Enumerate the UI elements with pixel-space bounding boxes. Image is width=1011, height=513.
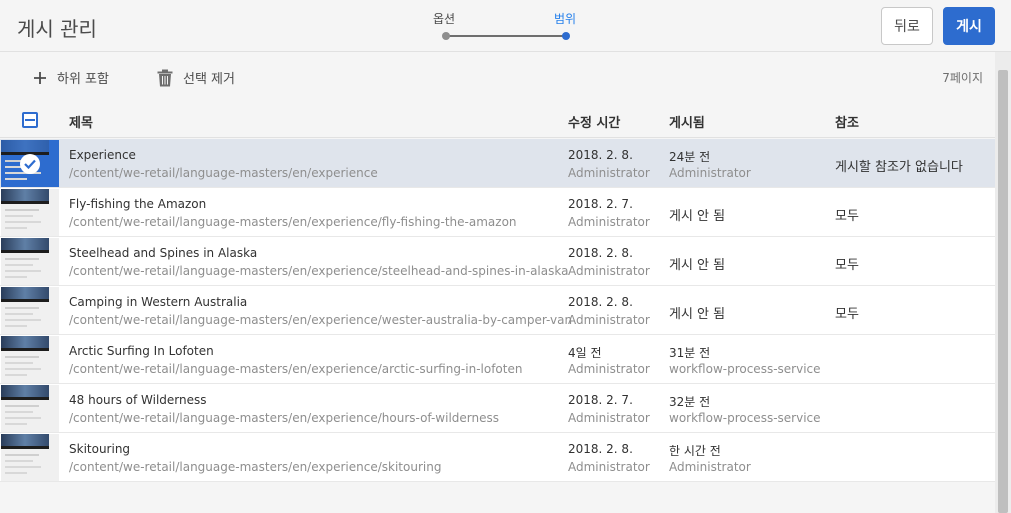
row-modified: 4일 전 bbox=[568, 346, 602, 360]
row-references: 모두 bbox=[835, 258, 859, 273]
row-published: 게시 안 됨 bbox=[669, 209, 726, 224]
row-path: /content/we-retail/language-masters/en/e… bbox=[69, 460, 442, 474]
step-label-scope[interactable]: 범위 bbox=[554, 10, 576, 27]
page-thumbnail bbox=[1, 434, 59, 481]
row-title: Arctic Surfing In Lofoten bbox=[69, 344, 214, 358]
row-title: Experience bbox=[69, 148, 136, 162]
table-row[interactable]: Skitouring /content/we-retail/language-m… bbox=[0, 433, 995, 482]
page-thumbnail bbox=[1, 385, 59, 432]
row-published: 24분 전 bbox=[669, 150, 711, 164]
row-references: 모두 bbox=[835, 307, 859, 322]
table-row[interactable]: Fly-fishing the Amazon /content/we-retai… bbox=[0, 188, 995, 237]
row-modified: 2018. 2. 7. bbox=[568, 197, 633, 211]
vertical-scrollbar[interactable] bbox=[995, 52, 1011, 513]
pages-table: 제목 수정 시간 게시됨 참조 Experience /content/we-r… bbox=[0, 101, 995, 513]
page-count: 7페이지 bbox=[942, 71, 983, 85]
row-published-by: Administrator bbox=[669, 460, 751, 474]
row-path: /content/we-retail/language-masters/en/e… bbox=[69, 411, 500, 425]
page-thumbnail bbox=[1, 189, 59, 236]
table-row[interactable]: Camping in Western Australia /content/we… bbox=[0, 286, 995, 335]
row-modified-by: Administrator bbox=[568, 411, 650, 425]
table-row[interactable]: Steelhead and Spines in Alaska /content/… bbox=[0, 237, 995, 286]
row-path: /content/we-retail/language-masters/en/e… bbox=[69, 166, 378, 180]
page-thumbnail bbox=[1, 336, 59, 383]
step-dot-options[interactable] bbox=[442, 32, 450, 40]
page-thumbnail bbox=[1, 238, 59, 285]
scrollbar-thumb[interactable] bbox=[998, 70, 1008, 513]
publish-button[interactable]: 게시 bbox=[943, 7, 995, 45]
row-published-by: Administrator bbox=[669, 166, 751, 180]
indeterminate-icon bbox=[25, 119, 35, 121]
row-path: /content/we-retail/language-masters/en/e… bbox=[69, 215, 517, 229]
row-references: 게시할 참조가 없습니다 bbox=[835, 160, 963, 175]
row-published: 한 시간 전 bbox=[669, 444, 721, 458]
action-bar: 하위 포함 선택 제거 7페이지 bbox=[0, 52, 995, 101]
step-label-options[interactable]: 옵션 bbox=[433, 10, 455, 27]
add-icon bbox=[34, 71, 46, 84]
page-title: 게시 관리 bbox=[17, 17, 97, 41]
row-modified-by: Administrator bbox=[568, 362, 650, 376]
row-published: 게시 안 됨 bbox=[669, 258, 726, 273]
table-row[interactable]: Experience /content/we-retail/language-m… bbox=[0, 139, 995, 188]
table-header: 제목 수정 시간 게시됨 참조 bbox=[0, 101, 995, 138]
row-published: 32분 전 bbox=[669, 395, 711, 409]
row-modified: 2018. 2. 7. bbox=[568, 393, 633, 407]
page-thumbnail bbox=[1, 287, 59, 334]
row-published: 31분 전 bbox=[669, 346, 711, 360]
column-header-references[interactable]: 참조 bbox=[835, 112, 859, 131]
include-children-label: 하위 포함 bbox=[57, 72, 109, 87]
column-header-modified[interactable]: 수정 시간 bbox=[568, 112, 620, 131]
row-modified: 2018. 2. 8. bbox=[568, 295, 633, 309]
checkmark-icon[interactable] bbox=[20, 154, 40, 174]
row-modified-by: Administrator bbox=[568, 166, 650, 180]
row-modified-by: Administrator bbox=[568, 264, 650, 278]
row-title: Steelhead and Spines in Alaska bbox=[69, 246, 258, 260]
page-thumbnail bbox=[1, 140, 59, 187]
row-path: /content/we-retail/language-masters/en/e… bbox=[69, 313, 573, 327]
row-title: Fly-fishing the Amazon bbox=[69, 197, 207, 211]
wizard-steps: 옵션 범위 bbox=[430, 10, 590, 46]
select-all-checkbox[interactable] bbox=[22, 112, 38, 128]
trash-icon bbox=[157, 69, 173, 86]
column-header-published[interactable]: 게시됨 bbox=[669, 112, 705, 131]
remove-selection-label: 선택 제거 bbox=[183, 72, 235, 87]
back-button[interactable]: 뒤로 bbox=[881, 7, 933, 45]
row-published: 게시 안 됨 bbox=[669, 307, 726, 322]
row-modified: 2018. 2. 8. bbox=[568, 246, 633, 260]
row-modified-by: Administrator bbox=[568, 460, 650, 474]
row-title: Skitouring bbox=[69, 442, 131, 456]
step-dot-scope[interactable] bbox=[562, 32, 570, 40]
row-modified: 2018. 2. 8. bbox=[568, 148, 633, 162]
row-title: 48 hours of Wilderness bbox=[69, 393, 207, 407]
remove-selection-button[interactable]: 선택 제거 bbox=[157, 68, 235, 87]
row-path: /content/we-retail/language-masters/en/e… bbox=[69, 362, 523, 376]
include-children-button[interactable]: 하위 포함 bbox=[33, 68, 109, 87]
row-modified-by: Administrator bbox=[568, 313, 650, 327]
row-modified-by: Administrator bbox=[568, 215, 650, 229]
header: 게시 관리 옵션 범위 뒤로 게시 bbox=[0, 0, 1011, 52]
row-references: 모두 bbox=[835, 209, 859, 224]
table-row[interactable]: 48 hours of Wilderness /content/we-retai… bbox=[0, 384, 995, 433]
column-header-title[interactable]: 제목 bbox=[69, 112, 93, 131]
row-published-by: workflow-process-service bbox=[669, 411, 821, 425]
row-modified: 2018. 2. 8. bbox=[568, 442, 633, 456]
row-published-by: workflow-process-service bbox=[669, 362, 821, 376]
row-title: Camping in Western Australia bbox=[69, 295, 248, 309]
row-path: /content/we-retail/language-masters/en/e… bbox=[69, 264, 569, 278]
table-row[interactable]: Arctic Surfing In Lofoten /content/we-re… bbox=[0, 335, 995, 384]
table-body: Experience /content/we-retail/language-m… bbox=[0, 139, 995, 482]
step-connector bbox=[449, 35, 564, 37]
